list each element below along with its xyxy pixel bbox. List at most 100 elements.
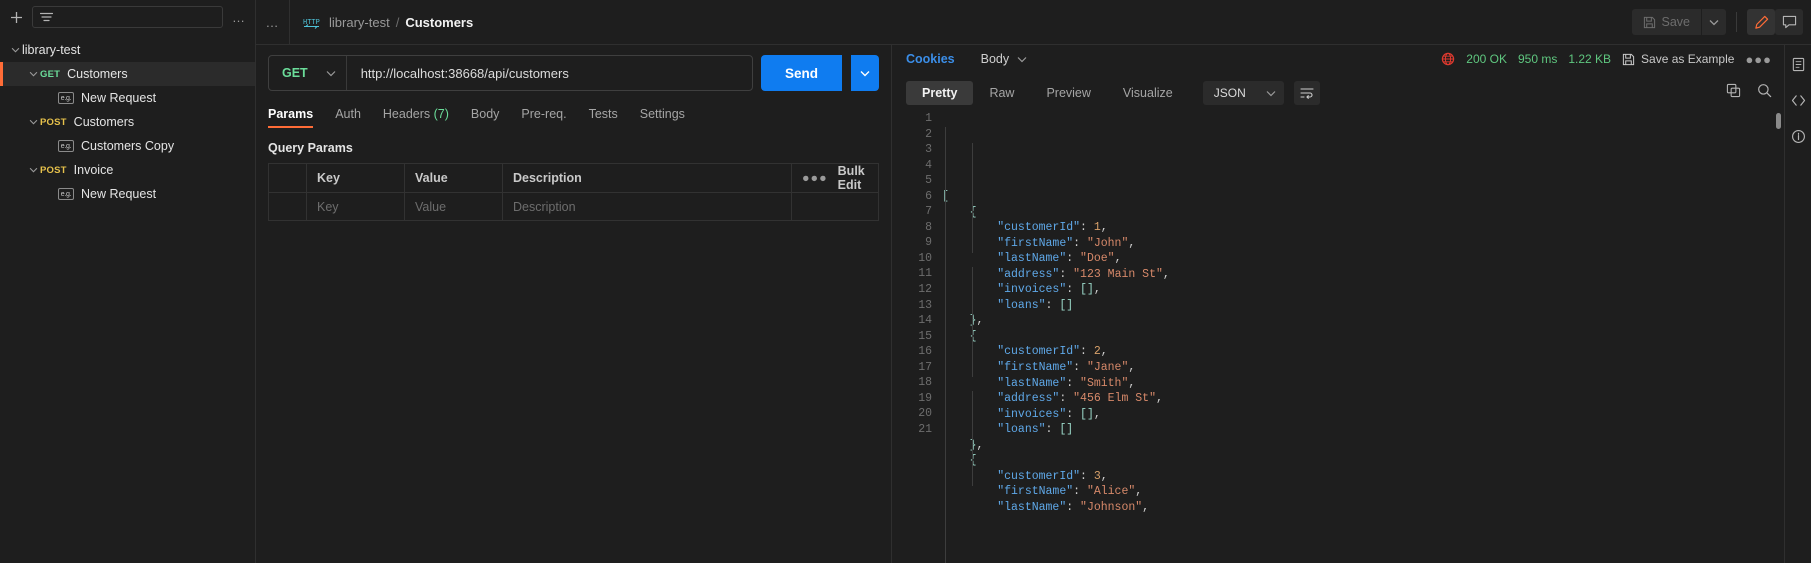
line-number: 17 [918,360,932,374]
query-params-table: Key Value Description ●●● Bulk Edit Key … [268,163,879,221]
network-globe-icon[interactable] [1441,52,1455,66]
tab-label: Headers [382,107,431,121]
table-row[interactable]: Key Value Description [269,192,878,220]
code-line: "firstName": "John", [997,236,1136,250]
line-number: 12 [918,283,932,297]
response-size: 1.22 KB [1568,52,1612,66]
tree-item-customers[interactable]: GET Customers [0,62,255,86]
request-tab-params[interactable]: Params [268,100,324,128]
request-tab-settings[interactable]: Settings [629,100,696,128]
tree-item-label: Invoice [73,163,114,177]
info-icon[interactable] [1787,125,1809,147]
response-body-selector[interactable]: Body [981,52,1028,66]
tree-item-library-test[interactable]: library-test [0,38,255,62]
url-input[interactable]: http://localhost:38668/api/customers [347,66,752,81]
request-tab-tests[interactable]: Tests [578,100,629,128]
code-line: { [942,454,977,468]
select-all-cell [269,164,307,192]
response-actions [1726,83,1772,103]
response-body-label: Body [980,52,1010,66]
response-tab-pretty[interactable]: Pretty [906,81,974,105]
code-snippet-icon[interactable] [1787,89,1809,111]
edit-pencil-icon[interactable] [1747,9,1775,35]
save-icon [1622,53,1635,65]
tree-item-invoice[interactable]: POST Invoice [0,158,255,182]
content-split: GET http://localhost:38668/api/customers… [256,45,1811,563]
send-button[interactable]: Send [760,55,842,91]
request-tabs: Params Auth Headers (7) Body Pre-req. Tests Se… [256,100,891,128]
code-line: "customerId": 2, [997,345,1108,359]
request-tab-prereq[interactable]: Pre-req. [510,100,577,128]
row-key-input[interactable]: Key [307,193,405,220]
url-bar: GET http://localhost:38668/api/customers… [256,45,891,100]
copy-icon[interactable] [1726,83,1741,103]
search-icon[interactable] [1757,83,1772,103]
response-tab-preview[interactable]: Preview [1030,81,1106,105]
request-pane: GET http://localhost:38668/api/customers… [256,45,892,563]
comment-icon[interactable] [1775,9,1803,35]
request-method-badge: POST [40,164,67,176]
main-area: … HTTP library-test / Customers Save GET… [256,0,1811,563]
line-number: 16 [918,345,932,359]
tab-list-more-icon[interactable]: … [256,0,290,45]
response-more-icon[interactable]: ●●● [1745,52,1772,67]
tab-label: Params [268,107,314,121]
table-more-icon[interactable]: ●●● [802,171,828,185]
line-number: 19 [918,391,932,405]
tree-item-new-request[interactable]: e.g. New Request [0,86,255,110]
line-number: 13 [918,298,932,312]
save-button[interactable]: Save [1631,9,1701,35]
code-line: "loans": [] [997,298,1074,312]
code-line: "firstName": "Alice", [997,485,1143,499]
breadcrumb-request[interactable]: Customers [405,15,473,30]
breadcrumb-collection[interactable]: library-test [329,15,390,30]
sidebar-filter-input[interactable] [32,6,223,28]
status-code: 200 OK [1466,52,1507,66]
request-method-badge: POST [40,116,67,128]
new-item-button[interactable] [6,7,26,27]
save-as-example-button[interactable]: Save as Example [1622,52,1734,66]
chevron-down-icon[interactable] [8,43,22,57]
code-line: "invoices": [], [997,407,1101,421]
response-tab-visualize[interactable]: Visualize [1107,81,1189,105]
json-code[interactable]: [ { "customerId": 1, "firstName": "John"… [942,107,1784,563]
top-bar-actions: Save [1631,9,1803,35]
code-line: "customerId": 1, [997,221,1108,235]
code-line: }, [942,438,984,452]
wrap-lines-icon[interactable] [1293,81,1320,105]
row-checkbox-cell[interactable] [269,193,307,220]
chevron-down-icon[interactable] [26,163,40,177]
response-tab-raw[interactable]: Raw [973,81,1030,105]
breadcrumb: library-test / Customers [329,15,473,30]
sidebar-more-icon[interactable]: … [229,10,249,25]
save-icon [1643,16,1655,28]
send-options-chevron-down-icon[interactable] [851,55,879,91]
row-value-input[interactable]: Value [405,193,503,220]
request-tab-body[interactable]: Body [460,100,511,128]
chevron-down-icon[interactable] [26,115,40,129]
request-tab-auth[interactable]: Auth [324,100,372,128]
response-body-viewer[interactable]: 123456789101112131415161718192021 [ { "c… [892,107,1784,563]
response-scrollbar[interactable] [1776,113,1781,129]
row-description-input[interactable]: Description [503,193,792,220]
tree-item-new-request[interactable]: e.g. New Request [0,182,255,206]
response-format-selector[interactable]: JSON [1202,81,1284,105]
cookies-link[interactable]: Cookies [906,52,955,66]
response-header: Cookies Body 200 OK 950 ms 1.22 KB Save … [892,45,1784,73]
tree-item-customers-copy[interactable]: e.g. Customers Copy [0,134,255,158]
filter-icon [40,12,53,21]
save-options-chevron-down-icon[interactable] [1702,9,1726,35]
line-number: 5 [925,174,932,188]
response-pane: Cookies Body 200 OK 950 ms 1.22 KB Save … [892,45,1784,563]
documentation-icon[interactable] [1787,53,1809,75]
code-line: "lastName": "Johnson", [997,500,1150,514]
tree-item-customers[interactable]: POST Customers [0,110,255,134]
response-format-label: JSON [1213,86,1246,100]
right-rail [1784,45,1811,563]
http-method-label: GET [282,66,308,80]
chevron-down-icon [326,70,336,76]
request-tab-headers[interactable]: Headers (7) [372,100,460,128]
chevron-down-icon[interactable] [26,67,40,81]
bulk-edit-button[interactable]: Bulk Edit [838,164,868,192]
http-method-selector[interactable]: GET [269,56,347,90]
